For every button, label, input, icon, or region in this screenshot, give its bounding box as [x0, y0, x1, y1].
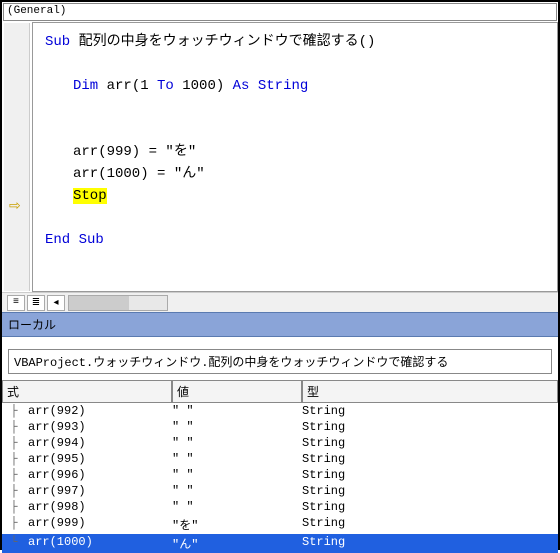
cell-value: " " [172, 404, 302, 418]
keyword-to: To [157, 78, 174, 94]
cell-value: "ん" [172, 535, 302, 552]
code-area[interactable]: Sub 配列の中身をウォッチウィンドウで確認する() Dim arr(1 To … [33, 23, 557, 259]
cell-value: " " [172, 484, 302, 498]
cell-expression: arr(993) [26, 420, 172, 434]
scroll-thumb[interactable] [69, 296, 129, 310]
table-row[interactable]: arr(993)" "String [2, 419, 558, 435]
cell-type: String [302, 484, 558, 498]
cell-value: " " [172, 452, 302, 466]
code-line-1000: arr(1000) = "ん" [73, 166, 205, 182]
code-line-999: arr(999) = "を" [73, 144, 196, 160]
tree-glyph-icon [2, 535, 26, 552]
cell-value: "を" [172, 516, 302, 533]
procedure-view-button[interactable]: ≡ [7, 295, 25, 311]
table-row[interactable]: arr(998)" "String [2, 499, 558, 515]
locals-panel-title[interactable]: ローカル [2, 312, 558, 337]
cell-type: String [302, 516, 558, 533]
tree-glyph-icon [2, 436, 26, 450]
editor-toolbar: ≡ ≣ ◂ [2, 292, 558, 312]
keyword-sub: Sub [45, 34, 70, 50]
locals-rows[interactable]: arr(992)" "Stringarr(993)" "Stringarr(99… [2, 403, 558, 553]
code-editor-frame: ⇨ Sub 配列の中身をウォッチウィンドウで確認する() Dim arr(1 T… [32, 22, 558, 292]
tree-glyph-icon [2, 468, 26, 482]
cell-expression: arr(992) [26, 404, 172, 418]
table-row[interactable]: arr(1000)"ん"String [2, 534, 558, 553]
sub-name: 配列の中身をウォッチウィンドウで確認する() [70, 34, 375, 50]
cell-expression: arr(997) [26, 484, 172, 498]
keyword-stop: Stop [73, 188, 107, 204]
execution-arrow-icon: ⇨ [9, 198, 21, 215]
cell-expression: arr(999) [26, 516, 172, 533]
cell-value: " " [172, 468, 302, 482]
cell-expression: arr(1000) [26, 535, 172, 552]
keyword-as-string: As String [233, 78, 309, 94]
full-module-view-button[interactable]: ≣ [27, 295, 45, 311]
cell-value: " " [172, 420, 302, 434]
cell-value: " " [172, 436, 302, 450]
keyword-dim: Dim [73, 78, 98, 94]
code-editor[interactable]: ⇨ Sub 配列の中身をウォッチウィンドウで確認する() Dim arr(1 T… [33, 23, 557, 291]
tree-glyph-icon [2, 516, 26, 533]
col-value[interactable]: 値 [172, 380, 302, 403]
editor-gutter [4, 23, 30, 291]
locals-context: VBAProject.ウォッチウィンドウ.配列の中身をウォッチウィンドウで確認す… [8, 349, 552, 374]
tree-glyph-icon [2, 420, 26, 434]
cell-type: String [302, 535, 558, 552]
scroll-left-button[interactable]: ◂ [47, 295, 65, 311]
horizontal-scrollbar[interactable] [68, 295, 168, 311]
cell-type: String [302, 436, 558, 450]
cell-type: String [302, 468, 558, 482]
cell-type: String [302, 500, 558, 514]
cell-expression: arr(998) [26, 500, 172, 514]
col-expression[interactable]: 式 [2, 380, 172, 403]
table-row[interactable]: arr(995)" "String [2, 451, 558, 467]
cell-type: String [302, 452, 558, 466]
cell-type: String [302, 404, 558, 418]
cell-expression: arr(994) [26, 436, 172, 450]
table-row[interactable]: arr(992)" "String [2, 403, 558, 419]
tree-glyph-icon [2, 500, 26, 514]
col-type[interactable]: 型 [302, 380, 558, 403]
table-row[interactable]: arr(997)" "String [2, 483, 558, 499]
tree-glyph-icon [2, 452, 26, 466]
cell-value: " " [172, 500, 302, 514]
tree-glyph-icon [2, 404, 26, 418]
dropdown-label: (General) [7, 5, 66, 17]
cell-expression: arr(995) [26, 452, 172, 466]
cell-type: String [302, 420, 558, 434]
table-row[interactable]: arr(999)"を"String [2, 515, 558, 534]
table-row[interactable]: arr(994)" "String [2, 435, 558, 451]
locals-grid-header: 式 値 型 [2, 380, 558, 403]
keyword-endsub: End Sub [45, 232, 104, 248]
table-row[interactable]: arr(996)" "String [2, 467, 558, 483]
object-dropdown[interactable]: (General) [3, 3, 557, 21]
tree-glyph-icon [2, 484, 26, 498]
cell-expression: arr(996) [26, 468, 172, 482]
